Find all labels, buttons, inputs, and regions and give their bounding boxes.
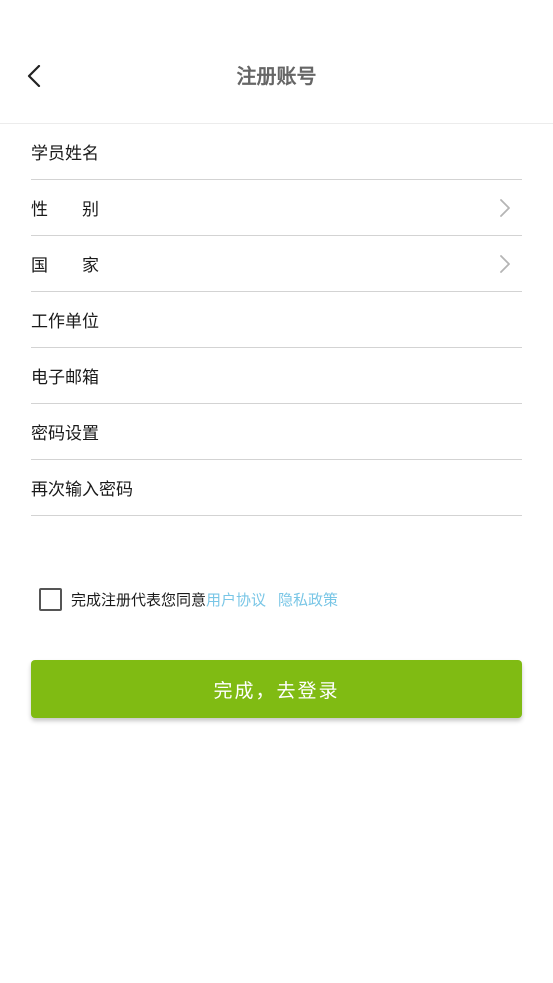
name-input[interactable]	[141, 130, 522, 173]
form-row-country[interactable]: 国 家	[31, 236, 522, 292]
agreement-row: 完成注册代表您同意 用户协议 隐私政策	[39, 588, 338, 611]
agree-checkbox[interactable]	[39, 588, 62, 611]
form-row-email[interactable]: 电子邮箱	[31, 348, 522, 404]
form-row-password-confirm[interactable]: 再次输入密码	[31, 460, 522, 516]
workplace-label: 工作单位	[31, 312, 99, 332]
gender-label: 性 别	[31, 200, 99, 220]
password-label: 密码设置	[31, 424, 99, 444]
password-confirm-label: 再次输入密码	[31, 480, 133, 500]
country-label: 国 家	[31, 256, 99, 276]
submit-register-button[interactable]: 完成，去登录	[31, 660, 522, 718]
page-title: 注册账号	[236, 64, 317, 88]
chevron-right-icon	[500, 199, 510, 217]
user-agreement-link[interactable]: 用户协议	[206, 589, 266, 610]
agreement-text: 完成注册代表您同意	[71, 591, 207, 609]
form-row-name[interactable]: 学员姓名	[31, 124, 522, 180]
register-form: 学员姓名 性 别 国 家 工作单位 电子邮箱 密码设置 再次输入密码	[31, 124, 522, 516]
nav-bar: 注册账号	[0, 30, 553, 124]
email-label: 电子邮箱	[31, 368, 99, 388]
password-confirm-input[interactable]	[141, 466, 522, 509]
workplace-input[interactable]	[141, 298, 522, 341]
password-input[interactable]	[141, 410, 522, 453]
form-row-password[interactable]: 密码设置	[31, 404, 522, 460]
chevron-right-icon	[500, 255, 510, 273]
privacy-policy-link[interactable]: 隐私政策	[278, 589, 338, 610]
form-row-workplace[interactable]: 工作单位	[31, 292, 522, 348]
form-row-gender[interactable]: 性 别	[31, 180, 522, 236]
name-label: 学员姓名	[31, 144, 99, 164]
email-input[interactable]	[141, 354, 522, 397]
